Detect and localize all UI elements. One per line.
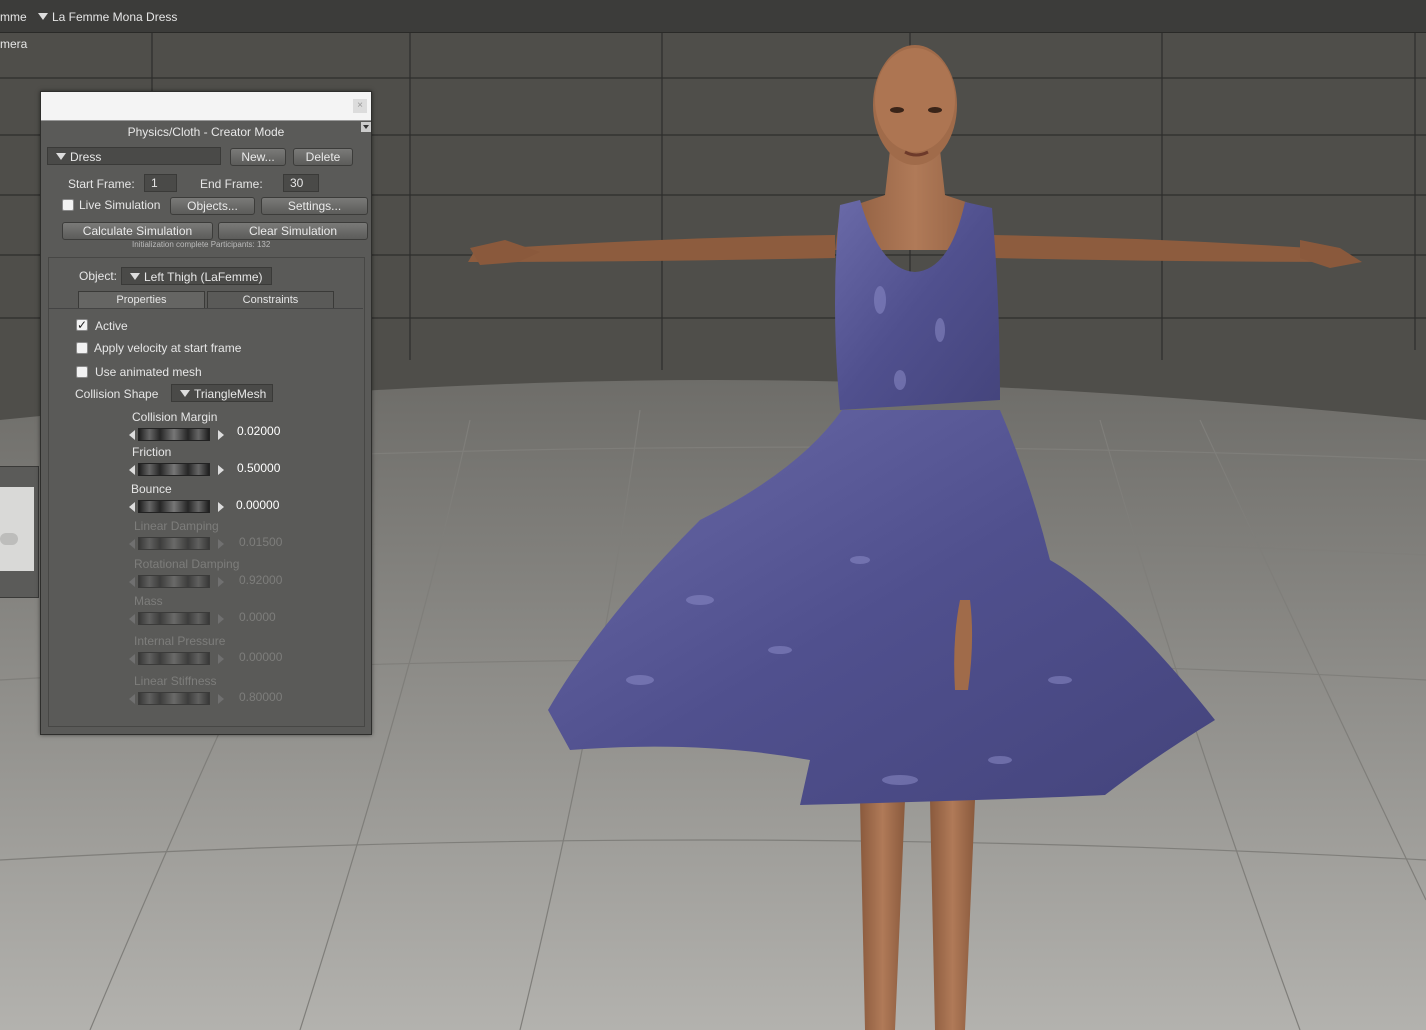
simulation-status-text: Initialization complete Participants: 13…: [132, 240, 271, 249]
linear-damping-value: 0.01500: [239, 535, 283, 549]
panel-title: Physics/Cloth - Creator Mode: [127, 125, 285, 139]
dial-track[interactable]: [138, 428, 210, 441]
decrement-arrow-icon: [129, 539, 135, 549]
mass-value: 0.0000: [239, 610, 276, 624]
dial-track: [138, 537, 210, 550]
linear-stiffness-label: Linear Stiffness: [134, 674, 217, 688]
internal-pressure-label: Internal Pressure: [134, 634, 226, 648]
linear-stiffness-value: 0.80000: [239, 690, 283, 704]
bounce-label: Bounce: [131, 482, 172, 496]
object-label: Object:: [79, 269, 118, 283]
settings-button[interactable]: Settings...: [261, 197, 368, 215]
apply-velocity-checkbox[interactable]: [76, 342, 88, 354]
active-checkbox[interactable]: ✓: [76, 318, 88, 332]
friction-value[interactable]: 0.50000: [237, 461, 280, 475]
use-animated-mesh-checkbox[interactable]: [76, 366, 88, 378]
collision-shape-select[interactable]: TriangleMesh: [171, 384, 273, 402]
side-panel-content: [0, 487, 34, 571]
objects-button[interactable]: Objects...: [170, 197, 255, 215]
tab-constraints[interactable]: Constraints: [207, 291, 334, 308]
linear-damping-label: Linear Damping: [134, 519, 219, 533]
friction-label: Friction: [132, 445, 172, 459]
internal-pressure-slider: [129, 652, 224, 666]
rotational-damping-slider: [129, 575, 224, 589]
checkmark-icon: ✓: [77, 318, 88, 332]
increment-arrow-icon: [218, 539, 224, 549]
increment-arrow-icon[interactable]: [218, 502, 224, 512]
object-select-value: Left Thigh (LaFemme): [144, 270, 263, 284]
figure-select-label: La Femme Mona Dress: [52, 10, 178, 24]
camera-menu-label[interactable]: mera: [0, 37, 27, 51]
collision-margin-label: Collision Margin: [132, 410, 218, 424]
decrement-arrow-icon[interactable]: [129, 502, 135, 512]
calculate-simulation-button[interactable]: Calculate Simulation: [62, 222, 213, 240]
increment-arrow-icon: [218, 614, 224, 624]
internal-pressure-value: 0.00000: [239, 650, 283, 664]
mass-slider: [129, 612, 224, 626]
decrement-arrow-icon: [129, 614, 135, 624]
rotational-damping-value: 0.92000: [239, 573, 283, 587]
dial-track: [138, 575, 210, 588]
dial-track[interactable]: [138, 500, 210, 513]
delete-simulation-button[interactable]: Delete: [293, 148, 353, 166]
rotational-damping-label: Rotational Damping: [134, 557, 240, 571]
physics-cloth-panel: × Physics/Cloth - Creator Mode Dress New…: [40, 91, 372, 735]
clear-simulation-button[interactable]: Clear Simulation: [218, 222, 368, 240]
collision-margin-slider[interactable]: [129, 428, 224, 442]
collision-shape-value: TriangleMesh: [194, 387, 267, 401]
dial-track[interactable]: [138, 463, 210, 476]
increment-arrow-icon[interactable]: [218, 465, 224, 475]
start-frame-field[interactable]: 1: [144, 174, 177, 192]
bounce-slider[interactable]: [129, 500, 224, 514]
chevron-down-icon: [130, 273, 140, 280]
viewport-top-bar: mme La Femme Mona Dress: [0, 0, 1426, 33]
live-simulation-label: Live Simulation: [79, 198, 161, 212]
decrement-arrow-icon: [129, 694, 135, 704]
figure-menu-fragment[interactable]: mme: [0, 10, 27, 24]
panel-titlebar[interactable]: ×: [41, 92, 371, 121]
dial-track: [138, 692, 210, 705]
increment-arrow-icon: [218, 654, 224, 664]
collision-margin-value[interactable]: 0.02000: [237, 424, 280, 438]
friction-slider[interactable]: [129, 463, 224, 477]
increment-arrow-icon: [218, 694, 224, 704]
linear-stiffness-slider: [129, 692, 224, 706]
dial-track: [138, 652, 210, 665]
figure-select-menu[interactable]: La Femme Mona Dress: [38, 10, 177, 24]
decrement-arrow-icon: [129, 654, 135, 664]
object-select[interactable]: Left Thigh (LaFemme): [121, 267, 272, 285]
mass-label: Mass: [134, 594, 163, 608]
end-frame-field[interactable]: 30: [283, 174, 319, 192]
side-panel-knob[interactable]: [0, 533, 18, 545]
chevron-down-icon: [38, 13, 48, 20]
decrement-arrow-icon[interactable]: [129, 465, 135, 475]
tab-properties[interactable]: Properties: [78, 291, 205, 308]
side-panel-stub: [0, 466, 39, 598]
increment-arrow-icon[interactable]: [218, 430, 224, 440]
simulation-select-value: Dress: [70, 150, 102, 164]
collision-shape-label: Collision Shape: [75, 387, 159, 401]
end-frame-label: End Frame:: [200, 177, 263, 191]
decrement-arrow-icon: [129, 577, 135, 587]
chevron-down-icon: [180, 390, 190, 397]
active-label: Active: [95, 319, 128, 333]
decrement-arrow-icon[interactable]: [129, 430, 135, 440]
panel-options-menu-icon[interactable]: [361, 122, 371, 132]
bounce-value[interactable]: 0.00000: [236, 498, 279, 512]
start-frame-label: Start Frame:: [68, 177, 135, 191]
new-simulation-button[interactable]: New...: [230, 148, 286, 166]
apply-velocity-label: Apply velocity at start frame: [94, 341, 242, 355]
chevron-down-icon: [56, 153, 66, 160]
close-icon[interactable]: ×: [353, 99, 367, 113]
live-simulation-checkbox[interactable]: [62, 199, 74, 211]
increment-arrow-icon: [218, 577, 224, 587]
linear-damping-slider: [129, 537, 224, 551]
use-animated-mesh-label: Use animated mesh: [95, 365, 202, 379]
dial-track: [138, 612, 210, 625]
simulation-select[interactable]: Dress: [47, 147, 221, 165]
